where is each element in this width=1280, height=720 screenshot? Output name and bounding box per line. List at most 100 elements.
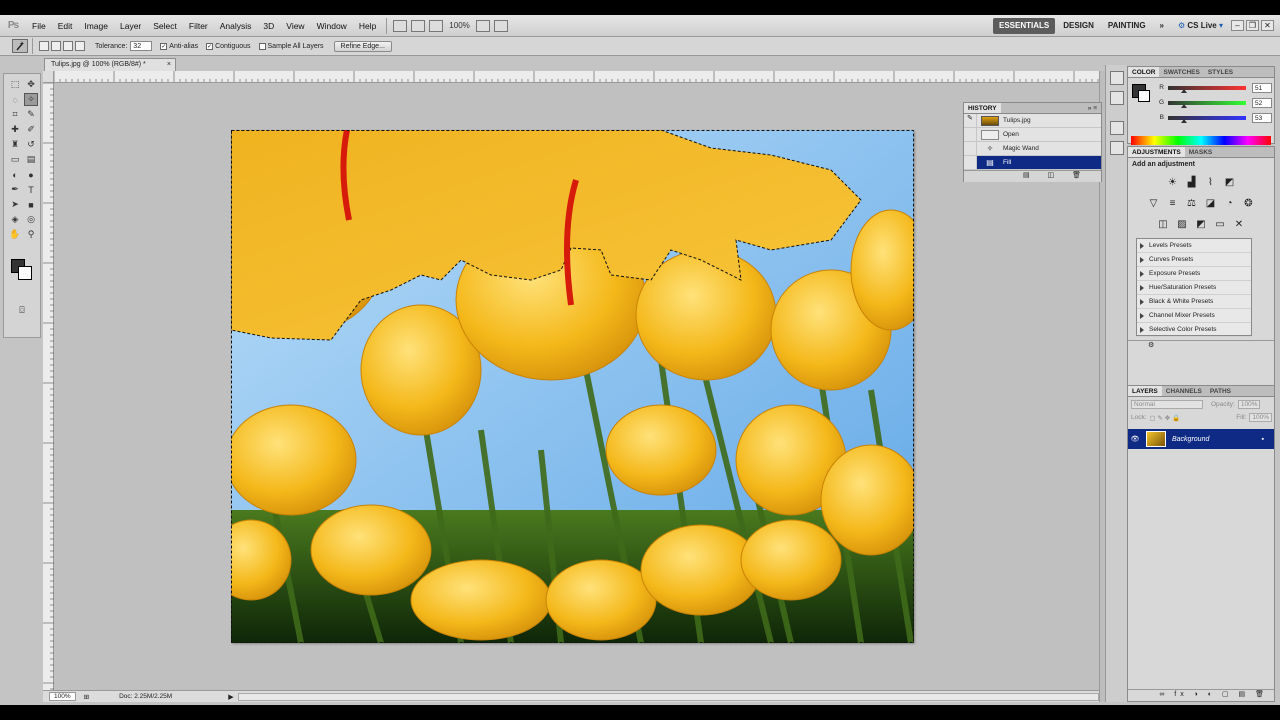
subtract-from-selection-icon[interactable] bbox=[63, 41, 73, 51]
arrange-documents-icon[interactable] bbox=[475, 19, 490, 32]
cs-live-button[interactable]: ⚙ CS Live ▾ bbox=[1172, 18, 1229, 34]
screen-mode-icon[interactable] bbox=[493, 19, 508, 32]
opacity-input[interactable]: 100% bbox=[1237, 399, 1261, 409]
menu-select[interactable]: Select bbox=[147, 15, 183, 37]
launch-minibridge-icon[interactable] bbox=[411, 19, 426, 32]
contiguous-checkbox[interactable]: ✓ Contiguous bbox=[206, 42, 251, 50]
dodge-tool-icon[interactable]: ● bbox=[24, 168, 38, 181]
history-step-selected[interactable]: ▤ Fill bbox=[964, 156, 1101, 170]
tolerance-input[interactable]: 32 bbox=[130, 41, 153, 51]
workspace-design[interactable]: DESIGN bbox=[1057, 18, 1100, 34]
step-source-checkbox[interactable] bbox=[964, 128, 977, 141]
slider-knob[interactable] bbox=[1180, 103, 1187, 108]
magic-wand-tool-icon[interactable]: ✧ bbox=[24, 93, 38, 106]
hand-tool-icon[interactable]: ✋ bbox=[8, 228, 22, 241]
document-tab[interactable]: Tulips.jpg @ 100% (RGB/8#) * × bbox=[44, 58, 176, 71]
menu-image[interactable]: Image bbox=[78, 15, 114, 37]
posterize-icon[interactable]: ▨ bbox=[1176, 218, 1189, 231]
blend-mode-select[interactable]: Normal bbox=[1131, 399, 1203, 409]
hue-saturation-icon[interactable]: ≡ bbox=[1166, 197, 1179, 210]
preset-item[interactable]: Levels Presets bbox=[1137, 239, 1251, 253]
pen-tool-icon[interactable]: ✒ bbox=[8, 183, 22, 196]
preset-item[interactable]: Black & White Presets bbox=[1137, 295, 1251, 309]
history-snapshot[interactable]: ✎ Tulips.jpg bbox=[964, 114, 1101, 128]
new-selection-icon[interactable] bbox=[39, 41, 49, 51]
blue-slider[interactable]: B 53 bbox=[1154, 110, 1272, 125]
restore-button[interactable]: ❐ bbox=[1246, 20, 1259, 31]
tulips-image[interactable] bbox=[231, 130, 914, 643]
lasso-tool-icon[interactable]: ◌ bbox=[8, 93, 22, 106]
color-spectrum-ramp[interactable] bbox=[1131, 136, 1271, 145]
step-source-checkbox[interactable] bbox=[964, 142, 977, 155]
step-source-checkbox[interactable] bbox=[964, 156, 977, 169]
preset-item[interactable]: Curves Presets bbox=[1137, 253, 1251, 267]
curves-icon[interactable]: ⌇ bbox=[1204, 176, 1217, 189]
antialias-checkbox[interactable]: ✓ Anti-alias bbox=[160, 42, 198, 50]
marquee-tool-icon[interactable]: ⬚ bbox=[8, 78, 22, 91]
mini-panel-icon[interactable] bbox=[1109, 71, 1124, 85]
workspace-essentials[interactable]: ESSENTIALS bbox=[993, 17, 1056, 34]
canvas-area[interactable] bbox=[54, 83, 1099, 690]
black-white-icon[interactable]: ◪ bbox=[1204, 197, 1217, 210]
close-document-icon[interactable]: × bbox=[167, 59, 171, 71]
menu-analysis[interactable]: Analysis bbox=[214, 15, 258, 37]
3d-rotate-tool-icon[interactable]: ◈ bbox=[8, 213, 22, 226]
visibility-eye-icon[interactable]: 👁 bbox=[1128, 435, 1142, 443]
layers-footer-icons[interactable]: ∞ fx ◑ ◐ ▢ ▤ 🗑 bbox=[1128, 689, 1274, 701]
menu-3d[interactable]: 3D bbox=[257, 15, 280, 37]
status-zoom[interactable]: 100% bbox=[49, 692, 76, 701]
history-panel-icon[interactable] bbox=[1109, 121, 1124, 135]
actions-panel-icon[interactable] bbox=[1109, 141, 1124, 155]
red-slider[interactable]: R 51 bbox=[1154, 80, 1272, 95]
panel-menu-icon[interactable]: » ≡ bbox=[1084, 103, 1101, 113]
move-tool-icon[interactable]: ✥ bbox=[24, 78, 38, 91]
tab-swatches[interactable]: SWATCHES bbox=[1159, 67, 1203, 77]
brush-tool-icon[interactable]: ✐ bbox=[24, 123, 38, 136]
red-value[interactable]: 51 bbox=[1252, 82, 1272, 93]
crop-tool-icon[interactable]: ⌗ bbox=[8, 108, 22, 121]
history-actions-icons[interactable]: ▤ ◫ 🗑 bbox=[1023, 171, 1089, 179]
tab-paths[interactable]: PATHS bbox=[1206, 386, 1235, 396]
workspace-painting[interactable]: PAINTING bbox=[1102, 18, 1152, 34]
menu-view[interactable]: View bbox=[280, 15, 310, 37]
green-slider[interactable]: G 52 bbox=[1154, 95, 1272, 110]
layer-name[interactable]: Background bbox=[1172, 436, 1209, 443]
selective-color-icon[interactable]: ✕ bbox=[1233, 218, 1246, 231]
menu-file[interactable]: File bbox=[26, 15, 52, 37]
threshold-icon[interactable]: ◩ bbox=[1195, 218, 1208, 231]
background-color-swatch[interactable] bbox=[18, 266, 32, 280]
levels-icon[interactable]: ▟ bbox=[1185, 176, 1198, 189]
preset-item[interactable]: Exposure Presets bbox=[1137, 267, 1251, 281]
green-value[interactable]: 52 bbox=[1252, 97, 1272, 108]
launch-bridge-icon[interactable] bbox=[393, 19, 408, 32]
tab-styles[interactable]: STYLES bbox=[1204, 67, 1237, 77]
tab-layers[interactable]: LAYERS bbox=[1128, 386, 1162, 396]
history-step[interactable]: Open bbox=[964, 128, 1101, 142]
more-workspaces-button[interactable]: » bbox=[1154, 18, 1170, 34]
magic-wand-tool-preset-icon[interactable] bbox=[12, 39, 28, 53]
view-extras-icon[interactable] bbox=[429, 19, 444, 32]
horizontal-scrollbar[interactable] bbox=[237, 692, 1099, 701]
doc-size-info[interactable]: Doc: 2.25M/2.25M bbox=[119, 693, 172, 700]
sample-all-layers-checkbox[interactable]: Sample All Layers bbox=[258, 42, 324, 50]
clone-stamp-tool-icon[interactable]: ♜ bbox=[8, 138, 22, 151]
history-step[interactable]: ✧ Magic Wand bbox=[964, 142, 1101, 156]
vibrance-icon[interactable]: ▽ bbox=[1147, 197, 1160, 210]
layer-background[interactable]: 👁 Background ▪ bbox=[1128, 429, 1274, 449]
close-window-button[interactable]: ✕ bbox=[1261, 20, 1274, 31]
path-selection-tool-icon[interactable]: ➤ bbox=[8, 198, 22, 211]
zoom-level-select[interactable]: 100% bbox=[445, 21, 473, 30]
tab-adjustments[interactable]: ADJUSTMENTS bbox=[1128, 147, 1185, 157]
color-bg-swatch[interactable] bbox=[1138, 90, 1150, 102]
add-to-selection-icon[interactable] bbox=[51, 41, 61, 51]
healing-brush-tool-icon[interactable]: ✚ bbox=[8, 123, 22, 136]
shape-tool-icon[interactable]: ■ bbox=[24, 198, 38, 211]
quick-mask-icon[interactable]: ⌼ bbox=[15, 304, 29, 317]
exposure-icon[interactable]: ◩ bbox=[1223, 176, 1236, 189]
tab-channels[interactable]: CHANNELS bbox=[1162, 386, 1206, 396]
invert-icon[interactable]: ◫ bbox=[1157, 218, 1170, 231]
channel-mixer-icon[interactable]: ❂ bbox=[1242, 197, 1255, 210]
menu-edit[interactable]: Edit bbox=[52, 15, 79, 37]
adjustments-footer-icon[interactable]: ⚙ bbox=[1128, 340, 1274, 352]
refine-edge-button[interactable]: Refine Edge... bbox=[333, 40, 392, 52]
